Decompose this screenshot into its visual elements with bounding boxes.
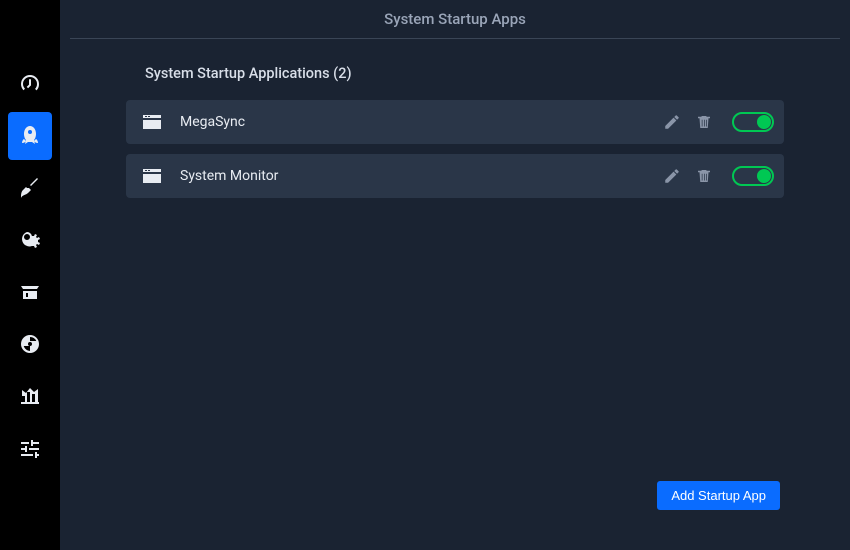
sidebar-item-packages[interactable]: [8, 268, 52, 316]
gears-icon: [18, 228, 42, 252]
rocket-icon: [18, 124, 42, 148]
sidebar: [0, 0, 60, 550]
pencil-icon: [663, 167, 681, 185]
app-name: System Monitor: [180, 168, 656, 184]
footer: Add Startup App: [70, 481, 840, 540]
package-icon: [18, 280, 42, 304]
page-title: System Startup Apps: [70, 0, 840, 39]
trash-icon: [695, 167, 713, 185]
app-name: MegaSync: [180, 114, 656, 130]
startup-app-list: MegaSync System Monitor: [70, 100, 840, 198]
pencil-icon: [663, 113, 681, 131]
app-row: MegaSync: [126, 100, 784, 144]
sidebar-item-settings[interactable]: [8, 424, 52, 472]
disk-icon: [18, 332, 42, 356]
app-row: System Monitor: [126, 154, 784, 198]
chart-icon: [18, 384, 42, 408]
enable-toggle[interactable]: [732, 166, 774, 186]
edit-button[interactable]: [656, 160, 688, 192]
sidebar-item-stats[interactable]: [8, 372, 52, 420]
sidebar-item-cleaner[interactable]: [8, 164, 52, 212]
edit-button[interactable]: [656, 106, 688, 138]
sliders-icon: [18, 436, 42, 460]
sidebar-item-startup[interactable]: [8, 112, 52, 160]
delete-button[interactable]: [688, 106, 720, 138]
sidebar-item-dashboard[interactable]: [8, 60, 52, 108]
add-startup-app-button[interactable]: Add Startup App: [657, 481, 780, 510]
trash-icon: [695, 113, 713, 131]
toggle-knob: [757, 115, 771, 129]
toggle-knob: [757, 169, 771, 183]
gauge-icon: [18, 72, 42, 96]
sidebar-item-disk[interactable]: [8, 320, 52, 368]
window-icon: [140, 110, 164, 134]
sidebar-item-services[interactable]: [8, 216, 52, 264]
brush-icon: [18, 176, 42, 200]
window-icon: [140, 164, 164, 188]
enable-toggle[interactable]: [732, 112, 774, 132]
section-title: System Startup Applications (2): [70, 65, 840, 82]
delete-button[interactable]: [688, 160, 720, 192]
main-content: System Startup Apps System Startup Appli…: [60, 0, 850, 550]
